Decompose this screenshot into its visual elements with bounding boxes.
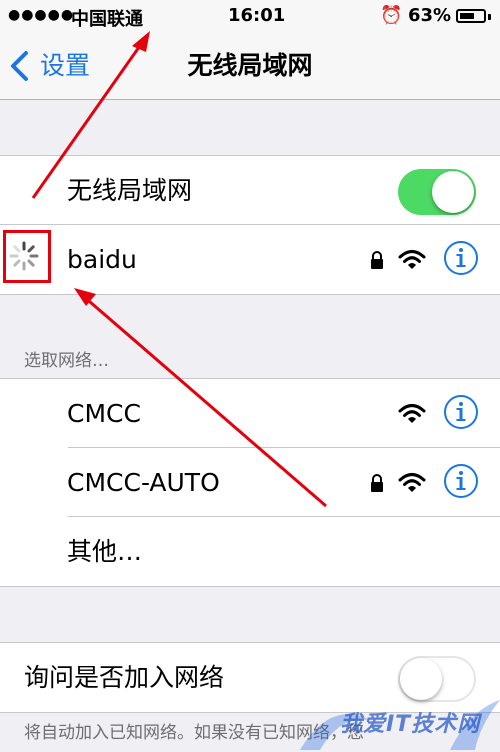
wifi-signal-icon <box>398 473 426 492</box>
info-icon[interactable] <box>443 463 479 499</box>
network-list-group: CMCC CMCC-AUTO 其他… <box>0 378 500 587</box>
spinner-highlight-box <box>3 230 51 283</box>
other-network-label: 其他… <box>67 537 143 566</box>
info-icon[interactable] <box>443 394 479 430</box>
other-network-row[interactable]: 其他… <box>0 517 500 586</box>
status-time: 16:01 <box>228 5 286 26</box>
wifi-signal-icon <box>398 250 426 269</box>
info-icon[interactable] <box>443 240 479 276</box>
carrier-name: 中国联通 <box>71 9 143 30</box>
status-bar: ●●●●● 中国联通 16:01 ⏰ 63% <box>0 0 500 34</box>
battery-nub <box>488 14 491 20</box>
ask-to-join-label: 询问是否加入网络 <box>24 663 225 692</box>
current-network-row[interactable]: baidu <box>0 225 500 294</box>
choose-network-header: 选取网络… <box>24 351 109 371</box>
wifi-signal-icon <box>398 404 426 423</box>
wifi-group: 无线局域网 baidu <box>0 155 500 295</box>
page-title: 无线局域网 <box>187 51 313 80</box>
current-network-name: baidu <box>67 245 137 274</box>
lock-icon <box>371 251 383 269</box>
network-row-cmcc-auto[interactable]: CMCC-AUTO <box>0 448 500 517</box>
battery-level <box>460 13 474 19</box>
navigation-bar: 设置 无线局域网 <box>0 34 500 100</box>
wifi-toggle-switch[interactable] <box>398 169 476 215</box>
wifi-toggle-row: 无线局域网 <box>0 156 500 225</box>
network-name: CMCC-AUTO <box>67 468 220 497</box>
network-row-cmcc[interactable]: CMCC <box>0 379 500 448</box>
network-name: CMCC <box>67 399 141 428</box>
toggle-knob <box>432 171 474 213</box>
alarm-clock-icon: ⏰ <box>380 5 403 26</box>
signal-strength: ●●●●● <box>8 7 75 23</box>
lock-icon <box>371 474 383 492</box>
battery-icon <box>456 9 486 23</box>
battery-percent: 63% <box>408 5 452 26</box>
annotation-arrows <box>31 31 327 508</box>
wifi-toggle-label: 无线局域网 <box>67 176 193 205</box>
watermark-text: 我爱IT技术网 <box>340 712 481 737</box>
